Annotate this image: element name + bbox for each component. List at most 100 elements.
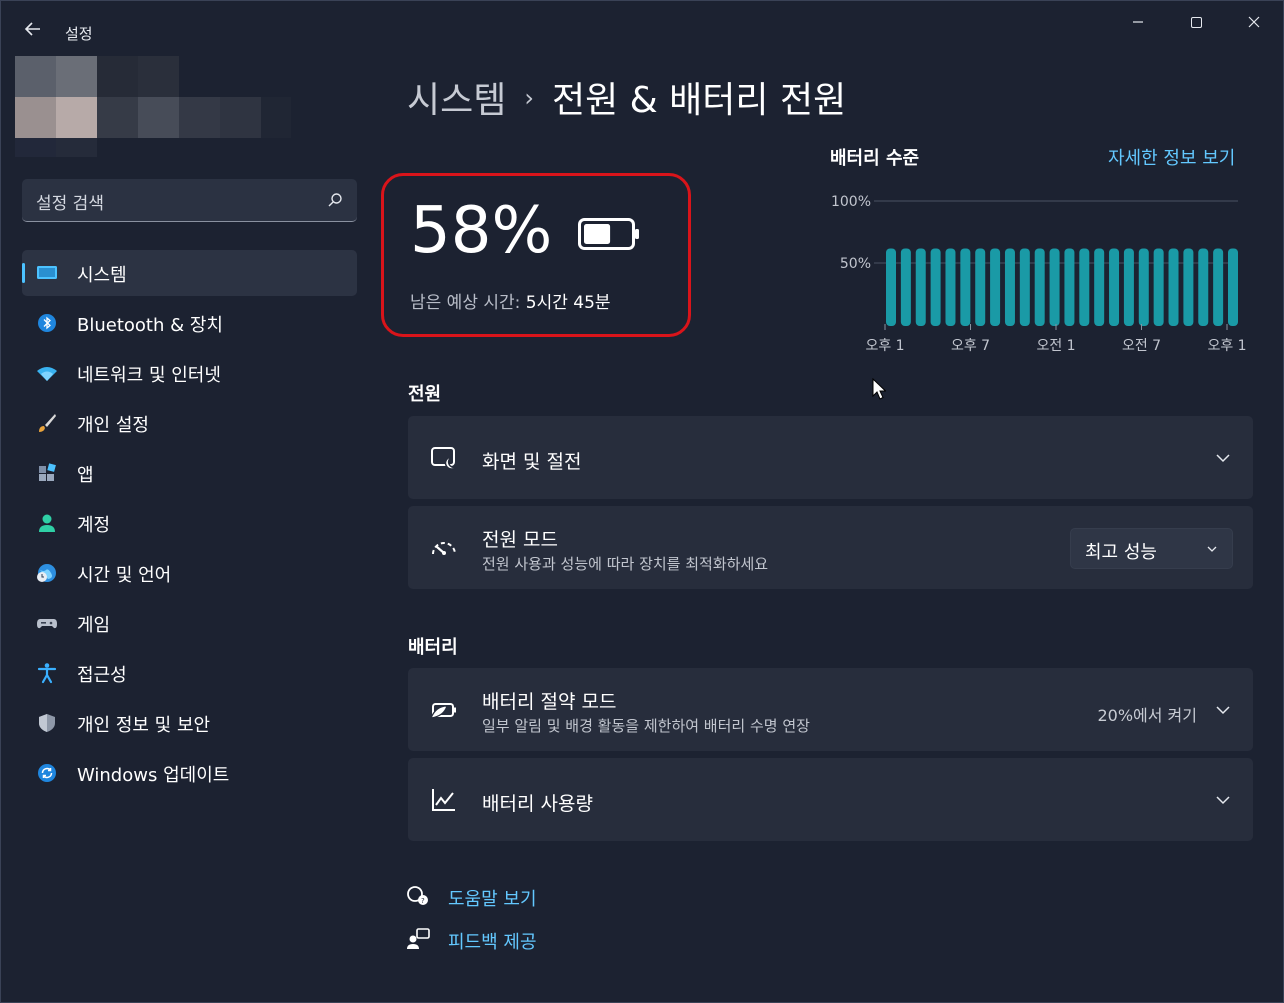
sidebar-item-label: 시간 및 언어 xyxy=(77,565,172,586)
x-tick-label: 오후 7 xyxy=(951,338,990,354)
y-tick-label: 50% xyxy=(840,256,871,272)
battery-percentage: 58% xyxy=(410,194,553,268)
sidebar-item-system[interactable]: 시스템 xyxy=(22,250,357,296)
chart-bar xyxy=(945,248,956,326)
sidebar-item-label: 게임 xyxy=(77,615,111,636)
search-input[interactable]: 설정 검색 xyxy=(22,179,357,222)
battery-saver-icon xyxy=(430,703,456,719)
x-tick-label: 오후 1 xyxy=(1207,338,1246,354)
battery-usage-title: 배터리 사용량 xyxy=(482,793,593,815)
screen-sleep-title: 화면 및 절전 xyxy=(482,451,582,473)
accessibility-icon xyxy=(37,663,57,684)
app-title: 설정 xyxy=(65,25,93,43)
settings-window: 설정 설정 검색 시스템 Bluetooth & 장치 네트워크 및 인터넷 개… xyxy=(0,0,1284,1003)
power-mode-subtitle: 전원 사용과 성능에 따라 장치를 최적화하세요 xyxy=(482,555,769,573)
remaining-time-value: 5시간 45분 xyxy=(525,293,611,313)
chart-bar xyxy=(1228,248,1238,326)
battery-level-chart-title: 배터리 수준 xyxy=(830,148,920,169)
search-placeholder: 설정 검색 xyxy=(36,194,104,214)
maximize-icon[interactable] xyxy=(1173,9,1219,37)
feedback-icon xyxy=(407,928,430,949)
sidebar-item-privacy[interactable]: 개인 정보 및 보안 xyxy=(22,700,357,746)
sidebar-item-bluetooth[interactable]: Bluetooth & 장치 xyxy=(22,300,357,346)
time-language-icon xyxy=(37,564,56,582)
avatar[interactable] xyxy=(15,56,295,157)
get-help-link[interactable]: ? 도움말 보기 xyxy=(406,882,566,912)
battery-status-card: 58% 남은 예상 시간: 5시간 45분 xyxy=(381,173,691,337)
chart-bar xyxy=(1138,248,1149,326)
sidebar-item-apps[interactable]: 앱 xyxy=(22,450,357,496)
sidebar-item-windows-update[interactable]: Windows 업데이트 xyxy=(22,750,357,796)
gamepad-icon xyxy=(37,619,57,629)
sidebar-item-personalization[interactable]: 개인 설정 xyxy=(22,400,357,446)
battery-section-title: 배터리 xyxy=(408,637,458,658)
battery-usage-card[interactable]: 배터리 사용량 xyxy=(408,758,1253,841)
sidebar-item-label: 계정 xyxy=(77,515,111,536)
sidebar-item-label: 시스템 xyxy=(77,265,127,286)
wifi-icon xyxy=(37,367,57,381)
sidebar-item-accessibility[interactable]: 접근성 xyxy=(22,650,357,696)
sidebar-nav: 시스템 Bluetooth & 장치 네트워크 및 인터넷 개인 설정 앱 계정… xyxy=(22,250,357,800)
chart-bar xyxy=(1109,248,1120,326)
chart-bar xyxy=(1034,248,1045,326)
chart-bar xyxy=(975,248,986,326)
screen-sleep-card[interactable]: 화면 및 절전 xyxy=(408,416,1253,499)
chart-bar xyxy=(915,248,926,326)
sidebar-item-time-language[interactable]: 시간 및 언어 xyxy=(22,550,357,596)
chevron-down-icon xyxy=(1207,546,1217,552)
battery-saver-card[interactable]: 배터리 절약 모드 일부 알림 및 배경 활동을 제한하여 배터리 수명 연장 … xyxy=(408,668,1253,751)
chart-bar xyxy=(960,248,971,326)
system-display-icon xyxy=(37,266,57,279)
x-tick-label: 오전 7 xyxy=(1122,338,1161,354)
sidebar-item-gaming[interactable]: 게임 xyxy=(22,600,357,646)
give-feedback-label: 피드백 제공 xyxy=(448,932,537,953)
see-details-link[interactable]: 자세한 정보 보기 xyxy=(1108,144,1235,170)
shield-icon xyxy=(39,714,55,732)
paintbrush-icon xyxy=(39,414,56,432)
chart-bar xyxy=(930,248,941,326)
back-arrow-icon[interactable] xyxy=(19,19,47,47)
active-indicator xyxy=(22,263,25,283)
power-section-title: 전원 xyxy=(408,384,442,405)
chart-bar xyxy=(886,248,896,326)
give-feedback-link[interactable]: 피드백 제공 xyxy=(406,925,566,955)
title-bar: 설정 xyxy=(1,1,1283,49)
battery-icon xyxy=(578,218,639,250)
chevron-down-icon[interactable] xyxy=(1215,450,1231,466)
chart-bar xyxy=(1213,248,1224,326)
chevron-down-icon[interactable] xyxy=(1215,792,1231,808)
search-icon[interactable] xyxy=(327,192,343,208)
power-mode-dropdown[interactable]: 최고 성능 xyxy=(1070,528,1233,569)
mouse-cursor-icon xyxy=(872,378,886,400)
close-icon[interactable] xyxy=(1231,9,1277,37)
chart-bar xyxy=(1198,248,1209,326)
chart-bar xyxy=(990,248,1001,326)
chart-bar xyxy=(1079,248,1090,326)
sidebar-item-label: Windows 업데이트 xyxy=(77,765,230,786)
sidebar-item-label: 접근성 xyxy=(77,665,127,686)
sidebar-item-label: 개인 설정 xyxy=(77,415,149,436)
battery-fill xyxy=(584,224,611,244)
chevron-down-icon[interactable] xyxy=(1215,702,1231,718)
bluetooth-icon xyxy=(38,314,56,332)
sidebar-item-label: 개인 정보 및 보안 xyxy=(77,715,211,736)
chart-bar xyxy=(1123,248,1134,326)
remaining-time-label: 남은 예상 시간: xyxy=(410,293,526,313)
get-help-label: 도움말 보기 xyxy=(448,889,537,910)
remaining-time: 남은 예상 시간: 5시간 45분 xyxy=(410,288,611,313)
usage-chart-icon xyxy=(432,789,455,811)
account-icon xyxy=(39,514,55,532)
chart-bar xyxy=(1064,248,1075,326)
minimize-icon[interactable] xyxy=(1115,9,1161,37)
chart-bar xyxy=(1094,248,1105,326)
sidebar-item-label: 앱 xyxy=(77,465,94,486)
breadcrumb-parent[interactable]: 시스템 xyxy=(407,80,506,121)
apps-icon xyxy=(39,463,56,481)
power-mode-gauge-icon xyxy=(432,542,456,555)
sidebar-item-accounts[interactable]: 계정 xyxy=(22,500,357,546)
battery-level-chart: 100% 50% 오후 1 오후 7 오전 1 오전 7 오후 1 xyxy=(831,194,1247,354)
breadcrumb: 시스템 › 전원 & 배터리 전원 xyxy=(407,71,846,123)
chart-bar xyxy=(900,248,911,326)
y-tick-label: 100% xyxy=(831,194,871,210)
sidebar-item-network[interactable]: 네트워크 및 인터넷 xyxy=(22,350,357,396)
